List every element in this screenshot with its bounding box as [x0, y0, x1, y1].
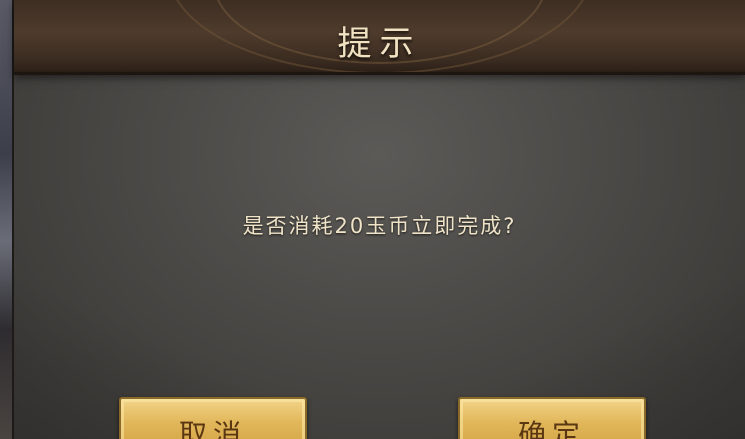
confirm-button[interactable]: 确定	[458, 397, 646, 439]
confirm-dialog: 提示 是否消耗20玉币立即完成? 取消 确定	[12, 0, 745, 439]
dialog-message: 是否消耗20玉币立即完成?	[242, 214, 517, 238]
dialog-header: 提示	[14, 0, 745, 75]
confirm-button-label: 确定	[517, 418, 586, 439]
cancel-button-label: 取消	[178, 418, 247, 439]
game-screen: 提示 是否消耗20玉币立即完成? 取消 确定	[0, 0, 745, 439]
dialog-title: 提示	[337, 24, 422, 64]
cancel-button[interactable]: 取消	[119, 397, 307, 439]
